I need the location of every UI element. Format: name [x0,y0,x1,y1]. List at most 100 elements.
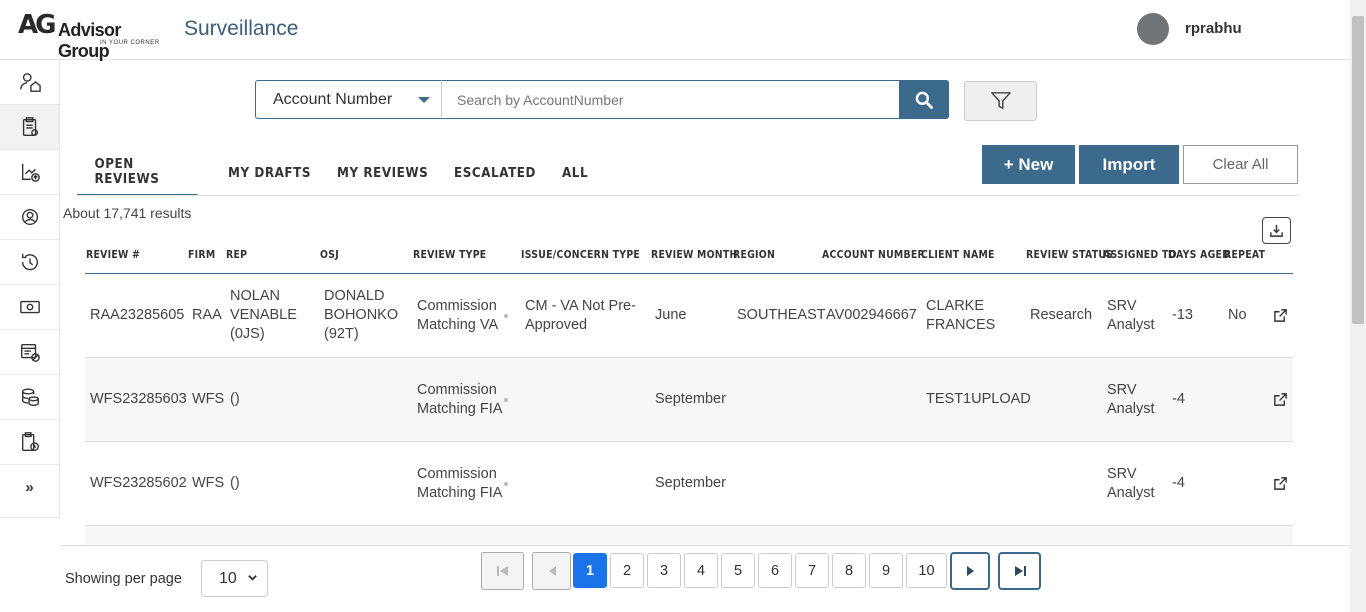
tabs-divider [77,195,1300,196]
page-4-button[interactable]: 4 [684,553,718,588]
clear-all-button[interactable]: Clear All [1183,145,1298,184]
chevron-down-icon [248,575,257,581]
new-review-button[interactable]: + New [982,145,1075,184]
results-count: About 17,741 results [63,205,192,221]
scrollbar-thumb[interactable] [1352,16,1364,324]
tab-my-drafts[interactable]: MY DRAFTS [228,150,311,196]
external-link-icon[interactable] [1273,392,1288,407]
logo-tagline: IN YOUR CORNER [100,40,160,46]
column-header[interactable]: DAYS AGED [1168,248,1230,261]
table-row[interactable]: WFS23285603 WFS () Commission Matching F… [85,358,1293,442]
cell-review-type: Commission Matching VA [417,297,499,333]
column-header[interactable]: ASSIGNED TO [1103,248,1177,261]
column-header[interactable]: CLIENT NAME [921,248,995,261]
separator-dot [504,314,508,318]
cell-firm: WFS [192,391,225,407]
separator-dot [504,482,508,486]
last-page-button[interactable] [998,552,1041,590]
column-header[interactable]: REVIEW TYPE [413,248,486,261]
cell-rep: () [230,475,240,491]
filter-icon [990,92,1011,110]
column-header[interactable]: REVIEW MONTH [651,248,738,261]
cell-review-type: Commission Matching FIA [417,465,503,501]
user-home-icon [19,73,41,92]
cell-review-number[interactable]: RAA23285605 [90,274,184,357]
column-header[interactable]: ACCOUNT NUMBER [822,248,925,261]
page-7-button[interactable]: 7 [795,553,829,588]
cell-review-month: September [655,475,726,491]
column-header[interactable]: REPEAT [1224,248,1265,261]
page-2-button[interactable]: 2 [610,553,644,588]
column-header[interactable]: REP [226,248,247,261]
cell-osj: DONALD BOHONKO (92T) [324,288,399,342]
cell-assigned-to: SRV Analyst [1107,297,1155,333]
sidebar-item-history[interactable] [0,240,59,285]
page-8-button[interactable]: 8 [832,553,866,588]
review-tabs: OPEN REVIEWS MY DRAFTS MY REVIEWS ESCALA… [77,150,977,197]
first-page-icon [496,566,508,576]
table-row[interactable]: WFS23285602 WFS () Commission Matching F… [85,442,1293,526]
user-name[interactable]: rprabhu [1185,20,1242,37]
tab-my-reviews[interactable]: MY REVIEWS [337,150,428,196]
sidebar-item-money[interactable] [0,285,59,330]
column-header[interactable]: FIRM [188,248,215,261]
cell-region: SOUTHEAST [737,307,826,323]
column-header[interactable]: OSJ [320,248,339,261]
page-6-button[interactable]: 6 [758,553,792,588]
sidebar-item-reviews[interactable] [0,105,59,150]
avatar[interactable] [1137,13,1169,45]
advisor-group-logo[interactable]: AG Advisor Group IN YOUR CORNER [18,10,168,61]
search-button[interactable] [899,80,949,119]
history-icon [21,253,38,271]
cell-review-number[interactable]: WFS23285602 [90,442,187,525]
column-header[interactable]: REVIEW STATUS [1026,248,1113,261]
sidebar-item-coins[interactable] [0,375,59,420]
sidebar-item-home[interactable] [0,60,59,105]
cell-account-number: AV002946667 [826,307,917,323]
page-1-button[interactable]: 1 [573,553,607,588]
chevron-right-icon [967,566,974,576]
column-header[interactable]: ISSUE/CONCERN TYPE [521,248,640,261]
import-button[interactable]: Import [1079,145,1179,184]
table-row[interactable] [85,526,1293,546]
search-field-select[interactable]: Account Number [255,80,442,119]
caret-down-icon [418,97,430,103]
sidebar-item-charts[interactable] [0,150,59,195]
sidebar-item-blocked[interactable] [0,330,59,375]
cell-assigned-to: SRV Analyst [1107,465,1155,501]
cell-days-aged: -4 [1172,475,1185,491]
per-page-select[interactable]: 10 [201,560,268,597]
column-header[interactable]: REVIEW # [86,248,140,261]
cell-repeat: No [1228,307,1247,323]
money-icon [19,300,40,314]
tab-open-reviews[interactable]: OPEN REVIEWS [77,150,198,196]
clipboard-clock-icon [21,432,39,451]
search-input[interactable] [441,80,900,119]
table-row[interactable]: RAA23285605 RAA NOLAN VENABLE (0JS) DONA… [85,274,1293,358]
cell-review-type: Commission Matching FIA [417,381,503,417]
sidebar-expand-button[interactable]: » [0,465,59,510]
cell-issue-type: CM - VA Not Pre-Approved [525,297,636,333]
previous-page-button[interactable] [532,552,571,590]
page-5-button[interactable]: 5 [721,553,755,588]
tab-escalated[interactable]: ESCALATED [454,150,536,196]
first-page-button[interactable] [481,552,524,590]
sidebar-item-users[interactable] [0,195,59,240]
clipboard-check-icon [22,117,38,136]
search-field-label: Account Number [273,90,393,108]
per-page-value: 10 [219,569,237,587]
page-9-button[interactable]: 9 [869,553,903,588]
filter-button[interactable] [964,81,1037,121]
cell-firm: WFS [192,475,225,491]
column-header[interactable]: REGION [733,248,775,261]
external-link-icon[interactable] [1273,308,1288,323]
cell-firm: RAA [192,307,222,323]
vertical-scrollbar[interactable] [1350,0,1366,612]
sidebar-item-schedule[interactable] [0,420,59,465]
cell-review-number[interactable]: WFS23285603 [90,358,187,441]
external-link-icon[interactable] [1273,476,1288,491]
page-10-button[interactable]: 10 [906,553,947,588]
tab-all[interactable]: ALL [562,150,588,196]
next-page-button[interactable] [950,552,990,590]
page-3-button[interactable]: 3 [647,553,681,588]
